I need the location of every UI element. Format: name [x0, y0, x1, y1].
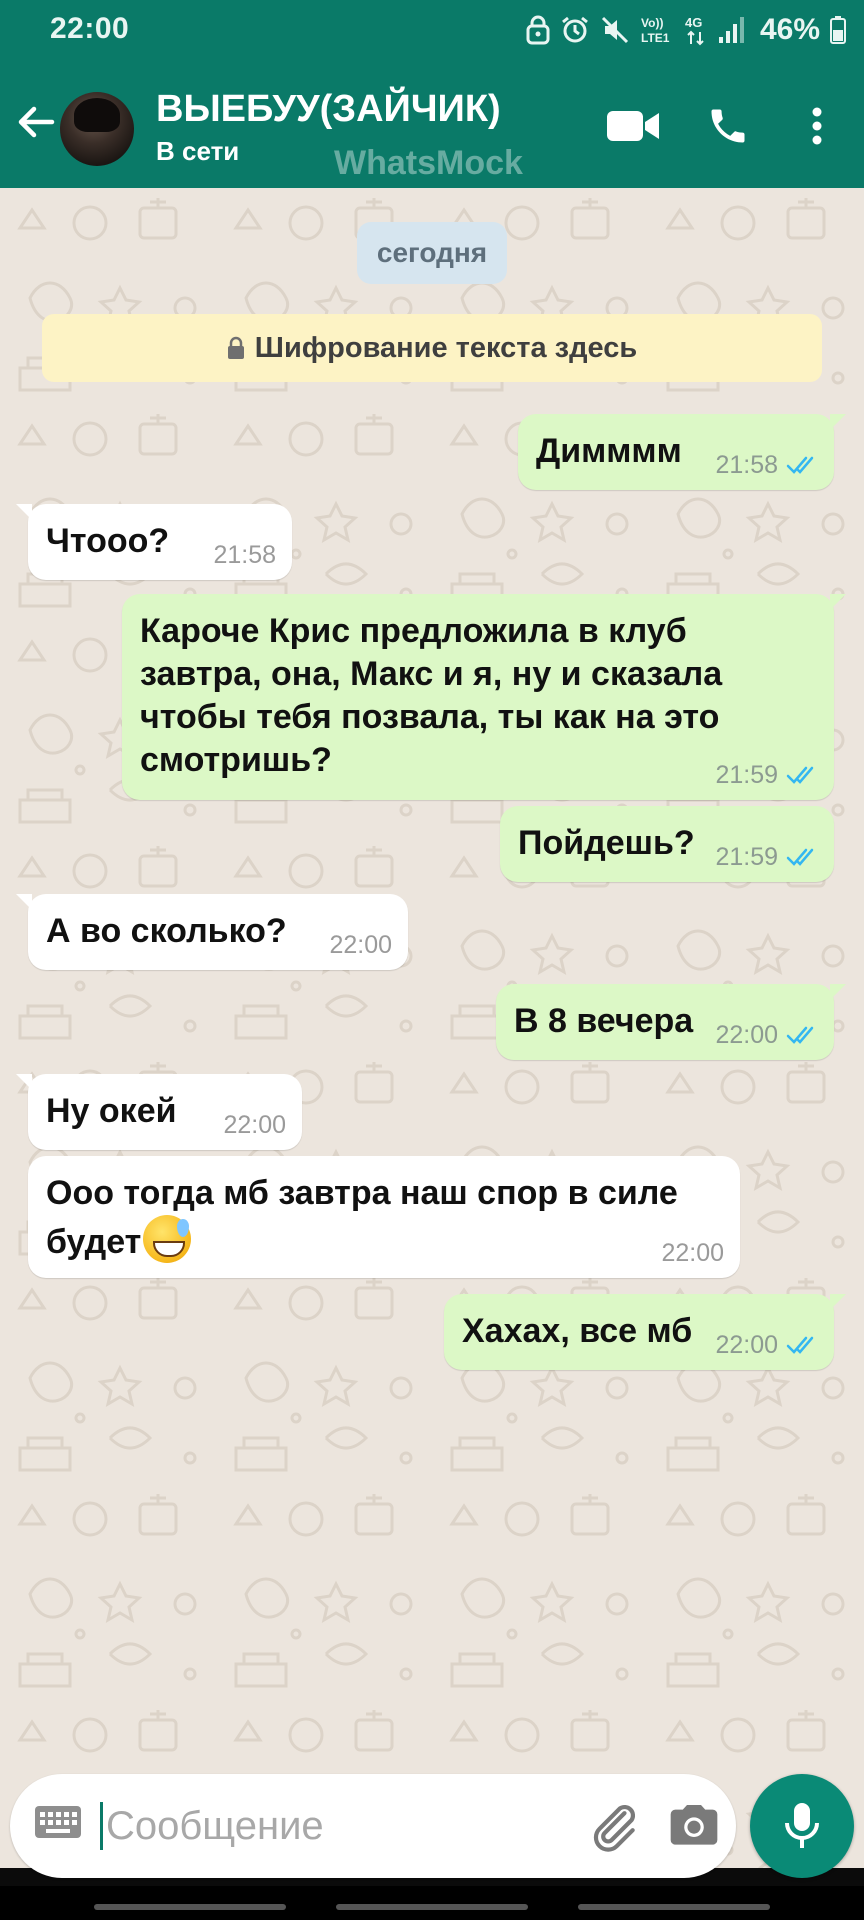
message-incoming[interactable]: Ооо тогда мб завтра наш спор в силе буде… [28, 1156, 740, 1278]
message-line: чтобы тебя позвала, ты как на это [140, 698, 720, 736]
message-incoming[interactable]: Чтооо? 21:58 [16, 504, 292, 580]
message-text: Кароче Крис предложила в клуб завтра, он… [140, 610, 722, 782]
message-text: Пойдешь? [518, 824, 695, 862]
message-incoming[interactable]: А во сколько? 22:00 [16, 894, 408, 970]
phone-call-icon [711, 109, 745, 143]
4g-icon: 4G [685, 15, 704, 46]
video-call-button[interactable] [606, 98, 662, 154]
back-arrow-icon [18, 106, 55, 138]
mic-button[interactable] [750, 1774, 854, 1878]
message-composer[interactable]: Сообщение [10, 1774, 736, 1878]
signal-icon [718, 17, 744, 43]
message-line: будет [46, 1223, 142, 1261]
message-outgoing[interactable]: Кароче Крис предложила в клуб завтра, он… [122, 594, 846, 800]
message-outgoing[interactable]: Димммм 21:58 [518, 414, 846, 490]
message-line: завтра, она, Макс и я, ну и сказала [140, 655, 723, 693]
read-receipt-icon [786, 1026, 814, 1044]
contact-name[interactable]: ВЫЕБУУ(ЗАЙЧИК) [156, 88, 501, 131]
date-separator: сегодня [357, 222, 507, 284]
message-time: 21:58 [715, 451, 778, 479]
text-cursor [100, 1802, 103, 1850]
alarm-icon [562, 16, 588, 43]
read-receipt-icon [786, 848, 814, 866]
read-receipt-icon [786, 456, 814, 474]
message-line: Ооо тогда мб завтра наш спор в силе [46, 1174, 678, 1212]
message-time: 22:00 [661, 1239, 724, 1267]
grinning-face-with-sweat-icon [143, 1215, 192, 1263]
message-time: 22:00 [715, 1331, 778, 1359]
keyboard-icon [35, 1806, 81, 1838]
status-bar: 22:00 Vo)) LTE1 4G 46% [0, 0, 864, 60]
volte-lte-icon: Vo))LTE1 [641, 16, 670, 45]
camera-icon [670, 1805, 718, 1845]
camera-button[interactable] [666, 1798, 722, 1854]
message-outgoing[interactable]: Пойдешь? 21:59 [500, 806, 834, 882]
message-text: Чтооо? [46, 522, 170, 560]
status-time: 22:00 [50, 12, 130, 45]
message-text: А во сколько? [46, 912, 287, 950]
message-time: 21:58 [213, 541, 276, 569]
more-vert-icon [812, 107, 822, 145]
data-label: 4G [685, 15, 702, 30]
mic-icon [785, 1803, 819, 1848]
read-receipt-icon [786, 766, 814, 784]
keyboard-button[interactable] [34, 1804, 82, 1848]
message-text: Хахах, все мб [462, 1312, 693, 1350]
chat-header: ВЫЕБУУ(ЗАЙЧИК) В сети WhatsMock [0, 60, 864, 188]
nav-home[interactable] [336, 1904, 528, 1910]
message-incoming[interactable]: Ну окей 22:00 [16, 1074, 302, 1150]
message-time: 22:00 [329, 931, 392, 959]
message-outgoing[interactable]: Хахах, все мб 22:00 [444, 1294, 846, 1370]
more-options-button[interactable] [790, 98, 844, 154]
message-time: 22:00 [223, 1111, 286, 1139]
chat-area[interactable]: сегодня Шифрование текста здесь Димммм 2… [0, 188, 864, 1868]
read-receipt-icon [786, 1336, 814, 1354]
system-nav-bar [0, 1886, 864, 1920]
nav-recents[interactable] [94, 1904, 286, 1910]
message-line: смотришь? [140, 741, 332, 779]
network-label-bottom: LTE1 [641, 31, 670, 45]
battery-percent: 46% [759, 13, 820, 46]
battery-icon [830, 16, 846, 44]
encryption-text: Шифрование текста здесь [254, 331, 638, 364]
message-text: В 8 вечера [514, 1002, 694, 1040]
encryption-notice[interactable]: Шифрование текста здесь [42, 314, 822, 382]
message-time: 21:59 [715, 843, 778, 871]
lock-icon [526, 15, 550, 45]
message-text: Ну окей [46, 1092, 177, 1130]
message-text: Ооо тогда мб завтра наш спор в силе буде… [46, 1172, 678, 1264]
nav-back[interactable] [578, 1904, 770, 1910]
attach-icon [593, 1804, 636, 1852]
contact-status: В сети [156, 136, 240, 166]
message-input[interactable]: Сообщение [106, 1804, 324, 1849]
message-outgoing[interactable]: В 8 вечера 22:00 [496, 984, 846, 1060]
avatar[interactable] [60, 92, 134, 166]
mute-icon [601, 16, 629, 44]
message-text: Димммм [536, 432, 682, 470]
watermark: WhatsMock [334, 144, 523, 182]
attach-button[interactable] [586, 1798, 642, 1854]
lock-icon [227, 336, 244, 359]
back-button[interactable] [14, 100, 58, 144]
message-time: 22:00 [715, 1021, 778, 1049]
network-label-top: Vo)) [641, 16, 663, 30]
phone-call-button[interactable] [700, 98, 756, 154]
video-call-icon [607, 111, 659, 141]
message-time: 21:59 [715, 761, 778, 789]
message-line: Кароче Крис предложила в клуб [140, 612, 687, 650]
status-icons: Vo)) LTE1 4G 46% [526, 10, 846, 50]
